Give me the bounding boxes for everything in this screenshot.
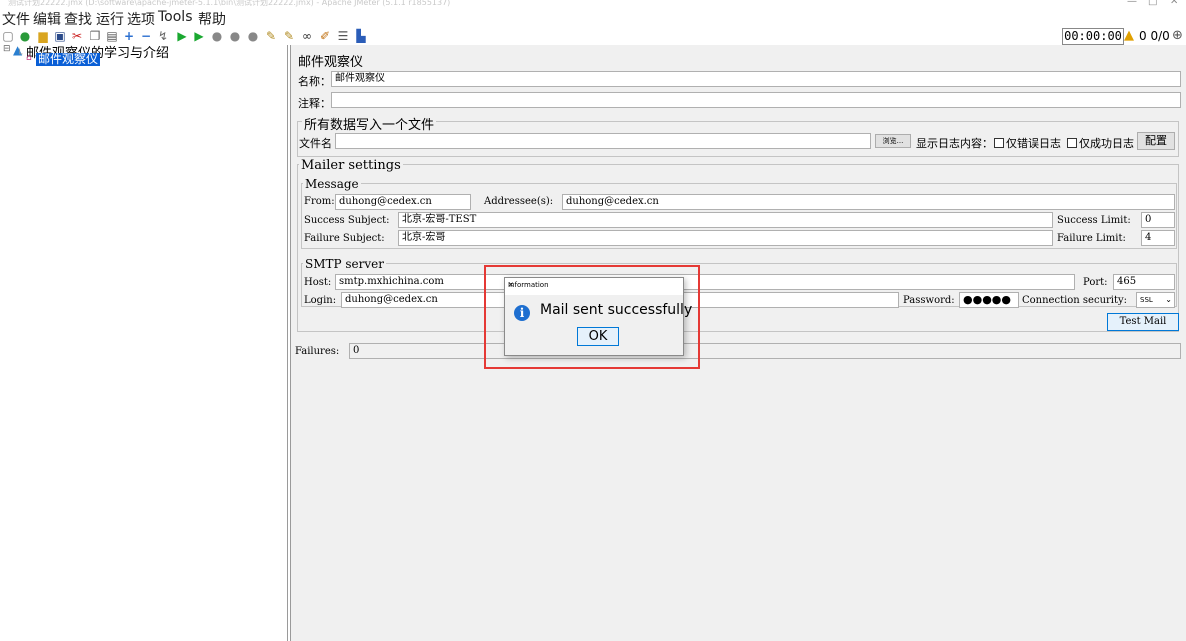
tree-connector: └	[17, 50, 23, 60]
success-only-box[interactable]	[1067, 138, 1077, 148]
start-no-pause-icon[interactable]: ▶	[192, 29, 206, 43]
security-select[interactable]: SSL ⌄	[1136, 292, 1175, 308]
login-label: Login:	[304, 295, 337, 306]
globe-icon[interactable]: ⊕	[1172, 28, 1183, 43]
message-group-title: Message	[303, 177, 361, 191]
port-input[interactable]: 465	[1113, 274, 1175, 290]
menu-run[interactable]: 运行	[96, 9, 124, 29]
start-icon[interactable]: ▶	[175, 29, 189, 43]
search-icon[interactable]: ∞	[300, 29, 314, 43]
comment-label: 注释：	[298, 97, 331, 110]
shutdown-icon[interactable]: ●	[228, 29, 242, 43]
minimize-icon[interactable]: —	[1127, 0, 1137, 7]
success-subject-input[interactable]: 北京-宏哥-TEST	[398, 212, 1053, 228]
save-icon[interactable]: ▣	[53, 29, 67, 43]
toggle-icon[interactable]: ↯	[156, 29, 170, 43]
reset-search-icon[interactable]: ✐	[318, 29, 332, 43]
browse-button[interactable]: 浏览...	[875, 134, 911, 148]
mailer-visualizer-panel: 邮件观察仪 名称： 邮件观察仪 注释： 所有数据写入一个文件 文件名 浏览...…	[290, 45, 1186, 641]
menu-help[interactable]: 帮助	[198, 9, 226, 29]
stop-icon[interactable]: ●	[210, 29, 224, 43]
success-limit-input[interactable]: 0	[1141, 212, 1175, 228]
comment-input[interactable]	[331, 92, 1181, 108]
clear-icon[interactable]: ✎	[264, 29, 278, 43]
success-subject-label: Success Subject:	[304, 215, 390, 226]
errors-only-box[interactable]	[994, 138, 1004, 148]
menu-search[interactable]: 查找	[64, 9, 92, 29]
tree-expand-icon[interactable]: ⊟	[3, 44, 11, 54]
host-input[interactable]: smtp.mxhichina.com	[335, 274, 1075, 290]
log-content-label: 显示日志内容：	[916, 137, 993, 150]
dialog-title-bar: Information ✕	[505, 278, 683, 295]
file-section-title: 所有数据写入一个文件	[302, 114, 437, 133]
name-label: 名称：	[298, 75, 331, 88]
failure-subject-input[interactable]: 北京-宏哥	[398, 230, 1053, 246]
menu-bar: 文件 编辑 查找 运行 选项 Tools 帮助	[0, 9, 1186, 29]
filename-label: 文件名	[299, 137, 332, 150]
menu-tools[interactable]: Tools	[158, 9, 193, 25]
menu-edit[interactable]: 编辑	[33, 9, 61, 29]
errors-only-checkbox[interactable]: 仅错误日志	[994, 135, 1061, 151]
clear-all-icon[interactable]: ✎	[282, 29, 296, 43]
open-icon[interactable]: ▆	[36, 29, 50, 43]
security-label: Connection security:	[1022, 295, 1128, 306]
dialog-close-icon[interactable]: ✕	[508, 281, 677, 289]
success-only-checkbox[interactable]: 仅成功日志	[1067, 135, 1134, 151]
collapse-icon[interactable]: −	[139, 29, 153, 43]
errors-only-label: 仅错误日志	[1006, 137, 1061, 150]
password-label: Password:	[903, 295, 955, 306]
filename-input[interactable]	[335, 133, 871, 149]
addressee-label: Addressee(s):	[484, 196, 554, 207]
dialog-message: Mail sent successfully	[540, 302, 693, 318]
remote-start-icon[interactable]: ●	[246, 29, 260, 43]
name-input[interactable]: 邮件观察仪	[331, 71, 1181, 87]
smtp-server-title: SMTP server	[303, 257, 387, 271]
close-icon[interactable]: ✕	[1170, 0, 1178, 7]
templates-icon[interactable]: ●	[18, 29, 32, 43]
failure-limit-input[interactable]: 4	[1141, 230, 1175, 246]
cut-icon[interactable]: ✂	[70, 29, 84, 43]
warning-icon[interactable]: ▲	[1124, 28, 1134, 43]
expand-icon[interactable]: +	[122, 29, 136, 43]
menu-file[interactable]: 文件	[2, 9, 30, 29]
test-plan-tree: ⊟ ▲ 邮件观察仪的学习与介绍 └ ⌂ 邮件观察仪	[0, 43, 288, 641]
thread-counts: 0 0/0	[1139, 29, 1170, 43]
host-label: Host:	[304, 277, 332, 288]
ok-button[interactable]: OK	[577, 327, 619, 346]
window-title-bar: 测试计划22222.jmx (D:\software\apache-jmeter…	[0, 0, 1186, 9]
window-title: 测试计划22222.jmx (D:\software\apache-jmeter…	[8, 0, 451, 7]
addressee-input[interactable]: duhong@cedex.cn	[562, 194, 1175, 210]
success-only-label: 仅成功日志	[1079, 137, 1134, 150]
maximize-icon[interactable]: □	[1148, 0, 1157, 7]
security-value: SSL	[1140, 296, 1153, 304]
mailer-visualizer-icon: ⌂	[26, 53, 32, 63]
information-dialog: Information ✕ i Mail sent successfully O…	[504, 277, 692, 356]
copy-icon[interactable]: ❐	[88, 29, 102, 43]
function-helper-icon[interactable]: ☰	[336, 29, 350, 43]
tree-selected-node[interactable]: 邮件观察仪	[36, 53, 101, 66]
success-limit-label: Success Limit:	[1057, 215, 1131, 226]
failures-label: Failures:	[295, 346, 340, 357]
new-icon[interactable]: ▢	[1, 29, 15, 43]
panel-heading: 邮件观察仪	[298, 55, 364, 70]
mailer-settings-title: Mailer settings	[299, 158, 403, 173]
port-label: Port:	[1083, 277, 1108, 288]
menu-options[interactable]: 选项	[127, 9, 155, 29]
password-input[interactable]: ●●●●●	[959, 292, 1019, 308]
elapsed-timer: 00:00:00	[1062, 28, 1124, 45]
from-input[interactable]: duhong@cedex.cn	[335, 194, 471, 210]
from-label: From:	[304, 196, 335, 207]
toolbar: ▢ ● ▆ ▣ ✂ ❐ ▤ + − ↯ ▶ ▶ ● ● ● ✎ ✎ ∞ ✐ ☰ …	[0, 27, 1186, 45]
paste-icon[interactable]: ▤	[105, 29, 119, 43]
config-button[interactable]: 配置	[1137, 132, 1175, 150]
failure-subject-label: Failure Subject:	[304, 233, 385, 244]
help-icon[interactable]: ▙	[354, 29, 368, 43]
failures-field: 0	[349, 343, 1181, 359]
failure-limit-label: Failure Limit:	[1057, 233, 1126, 244]
test-mail-button[interactable]: Test Mail	[1107, 313, 1179, 331]
info-icon: i	[514, 305, 530, 321]
chevron-down-icon: ⌄	[1165, 295, 1172, 304]
